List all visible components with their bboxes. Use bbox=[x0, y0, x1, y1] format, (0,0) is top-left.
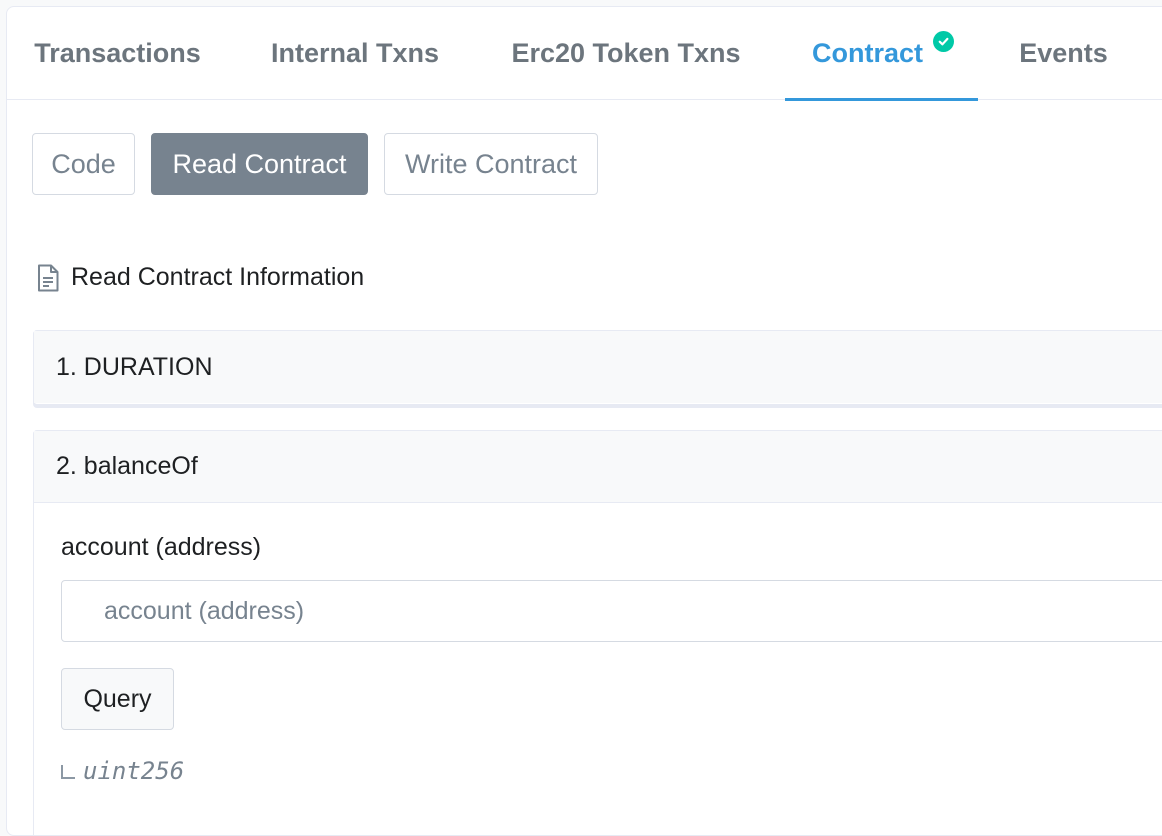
verified-check-icon bbox=[933, 31, 954, 52]
query-button-label: Query bbox=[83, 684, 152, 713]
write-contract-button-label: Write Contract bbox=[404, 148, 578, 179]
function-balanceof: 2. balanceOf account (address) Query uin… bbox=[33, 430, 1162, 835]
query-button[interactable]: Query bbox=[61, 668, 174, 730]
function-duration-header[interactable]: 1. DURATION bbox=[34, 331, 1162, 403]
code-button[interactable]: Code bbox=[32, 133, 135, 195]
code-button-label: Code bbox=[51, 148, 116, 179]
tab-label: Contract bbox=[811, 38, 923, 68]
output-type: uint256 bbox=[61, 757, 184, 785]
tab-label: Internal Txns bbox=[270, 38, 440, 68]
account-address-input[interactable] bbox=[61, 580, 1162, 642]
document-icon bbox=[38, 264, 59, 291]
tab-transactions[interactable]: Transactions bbox=[31, 7, 204, 100]
tab-events[interactable]: Events bbox=[1017, 7, 1110, 100]
function-duration-label: 1. DURATION bbox=[56, 352, 213, 381]
output-type-text: uint256 bbox=[83, 757, 185, 785]
section-title-text: Read Contract Information bbox=[71, 263, 365, 291]
read-contract-button-label: Read Contract bbox=[172, 148, 347, 179]
return-arrow-icon bbox=[61, 765, 75, 779]
write-contract-button[interactable]: Write Contract bbox=[384, 133, 598, 195]
tab-contract[interactable]: Contract bbox=[785, 7, 978, 101]
read-contract-heading: Read Contract Information bbox=[37, 263, 364, 292]
function-balanceof-header[interactable]: 2. balanceOf bbox=[34, 431, 1162, 503]
function-duration: 1. DURATION bbox=[33, 330, 1162, 405]
tab-internal-txns[interactable]: Internal Txns bbox=[267, 7, 443, 100]
tab-bar: Transactions Internal Txns Erc20 Token T… bbox=[7, 7, 1162, 101]
tab-label: Events bbox=[1019, 38, 1108, 68]
tab-label: Transactions bbox=[34, 38, 201, 68]
function-balanceof-label: 2. balanceOf bbox=[56, 452, 198, 480]
contract-card: Transactions Internal Txns Erc20 Token T… bbox=[6, 6, 1162, 836]
tab-erc20-token-txns[interactable]: Erc20 Token Txns bbox=[507, 7, 745, 100]
account-field-label: account (address) bbox=[61, 533, 262, 561]
read-contract-button[interactable]: Read Contract bbox=[151, 133, 368, 195]
tab-label: Erc20 Token Txns bbox=[511, 38, 741, 68]
